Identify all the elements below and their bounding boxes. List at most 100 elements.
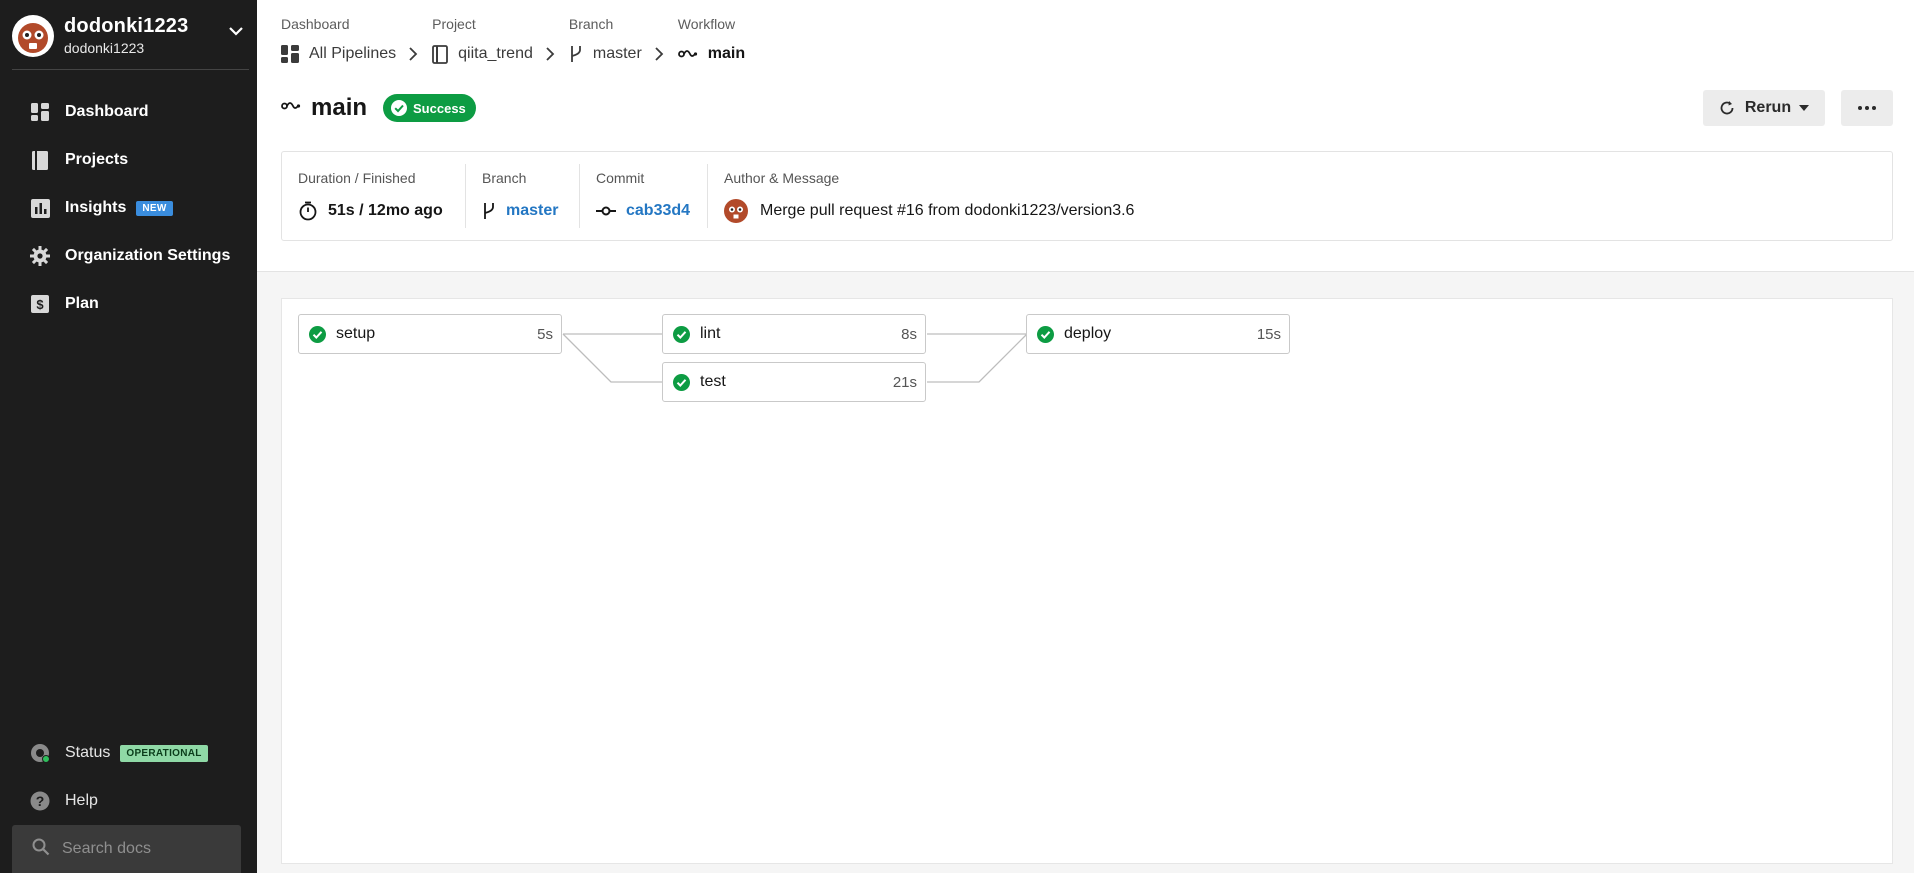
branch-link[interactable]: master [506,202,558,220]
workflow-header: Dashboard All Pipelines Project qiita_tr… [257,0,1914,272]
ellipsis-icon [1858,106,1876,110]
job-name: setup [336,325,376,342]
branch-icon [569,44,583,64]
author-message-field: Author & Message Merge pull request #16 … [708,164,1892,228]
refresh-icon [1719,100,1735,116]
job-duration: 15s [1256,325,1281,343]
gear-icon [30,246,50,266]
duration-text: 51s / 12mo ago [328,202,443,219]
breadcrumb-link-branch[interactable]: master [569,42,664,66]
status-icon [30,743,50,763]
sidebar-item-label: Dashboard [65,103,149,120]
duration-label: Duration / Finished [298,170,416,186]
job-setup[interactable]: setup 5s [298,314,562,354]
breadcrumb: Dashboard All Pipelines Project qiita_tr… [281,16,759,66]
job-connectors [562,333,1028,383]
sidebar-item-label: Insights [65,199,127,216]
duration-value: 51s / 12mo ago [298,200,449,222]
breadcrumb-label: Branch [568,16,614,32]
job-name: lint [700,325,721,342]
author-message-label: Author & Message [724,170,840,186]
job-test[interactable]: test 21s [662,362,926,402]
status-label: Status [65,744,111,761]
breadcrumb-project: Project qiita_trend [432,16,555,66]
workflow-icon [677,47,698,61]
new-badge: NEW [136,200,173,216]
rerun-label: Rerun [1744,99,1792,116]
search-icon [32,838,50,861]
breadcrumb-value: master [592,45,642,62]
commit-icon [596,206,616,216]
success-check-icon [1037,325,1054,343]
operational-badge: OPERATIONAL [120,744,208,762]
breadcrumb-label: Project [432,16,476,32]
caret-down-icon [1799,105,1810,111]
sidebar-item-insights[interactable]: Insights NEW [0,184,257,232]
workflow-icon [281,100,301,116]
search-docs-box[interactable] [12,825,241,873]
success-check-icon [673,325,690,343]
breadcrumb-value: All Pipelines [309,45,397,62]
org-avatar [12,14,54,57]
chevron-down-icon[interactable] [227,22,245,45]
breadcrumb-branch: Branch master [569,16,664,66]
more-options-button[interactable] [1841,90,1893,126]
dashboard-icon [281,45,299,63]
author-avatar [724,199,748,223]
job-name: test [700,373,726,390]
sidebar-item-label: Plan [65,295,99,312]
job-deploy[interactable]: deploy 15s [1026,314,1290,354]
job-lint[interactable]: lint 8s [662,314,926,354]
rerun-button[interactable]: Rerun [1703,90,1825,126]
duration-field: Duration / Finished 51s / 12mo ago [282,164,466,228]
org-switcher[interactable]: dodonki1223 dodonki1223 [12,10,249,61]
job-duration: 5s [537,325,553,343]
branch-field: Branch master [466,164,580,228]
stopwatch-icon [298,201,318,221]
org-name: dodonki1223 [64,15,189,37]
branch-value: master [482,200,563,222]
sidebar-item-organization-settings[interactable]: Organization Settings [0,232,257,280]
breadcrumb-value: qiita_trend [458,45,533,62]
workflow-graph: setup 5s lint 8s test 21s deploy 15s [281,298,1893,864]
svg-text:$: $ [36,297,44,312]
breadcrumb-value: main [707,45,746,62]
breadcrumb-link-project[interactable]: qiita_trend [432,42,555,66]
job-duration: 8s [901,325,917,343]
sidebar-item-help[interactable]: ? Help [0,777,257,825]
breadcrumb-link-all-pipelines[interactable]: All Pipelines [281,42,418,66]
breadcrumb-workflow: Workflow main [678,16,745,66]
sidebar-item-plan[interactable]: $ Plan [0,280,257,328]
search-docs-input[interactable] [62,840,232,858]
sidebar-item-label: Organization Settings [65,247,231,264]
help-icon: ? [30,791,50,811]
success-check-icon [673,373,690,391]
success-check-icon [309,325,326,343]
job-name: deploy [1064,325,1112,342]
sidebar-nav: Dashboard Projects Insights NEW Organiza… [0,88,257,328]
branch-label: Branch [482,170,527,186]
commit-field: Commit cab33d4 [580,164,708,228]
status-badge-label: Success [413,100,466,116]
chevron-right-icon [654,47,664,61]
sidebar-bottom: Status OPERATIONAL ? Help [0,729,257,825]
breadcrumb-label: Workflow [677,16,736,32]
breadcrumb-label: Dashboard [281,16,350,32]
commit-message: Merge pull request #16 from dodonki1223/… [760,202,1135,219]
help-label: Help [65,792,98,809]
sidebar-item-dashboard[interactable]: Dashboard [0,88,257,136]
svg-text:?: ? [36,793,45,809]
org-subtitle: dodonki1223 [64,40,145,56]
breadcrumb-dashboard: Dashboard All Pipelines [281,16,418,66]
workflow-info-card: Duration / Finished 51s / 12mo ago Branc… [281,151,1893,241]
sidebar-item-projects[interactable]: Projects [0,136,257,184]
insights-icon [30,198,50,218]
book-icon [30,150,50,170]
status-badge: Success [383,94,476,122]
commit-link[interactable]: cab33d4 [626,202,690,220]
sidebar-item-label: Projects [65,151,129,168]
workflow-title-row: main Success [281,94,476,122]
sidebar-item-status[interactable]: Status OPERATIONAL [0,729,257,777]
job-duration: 21s [892,373,917,391]
commit-label: Commit [596,170,645,186]
